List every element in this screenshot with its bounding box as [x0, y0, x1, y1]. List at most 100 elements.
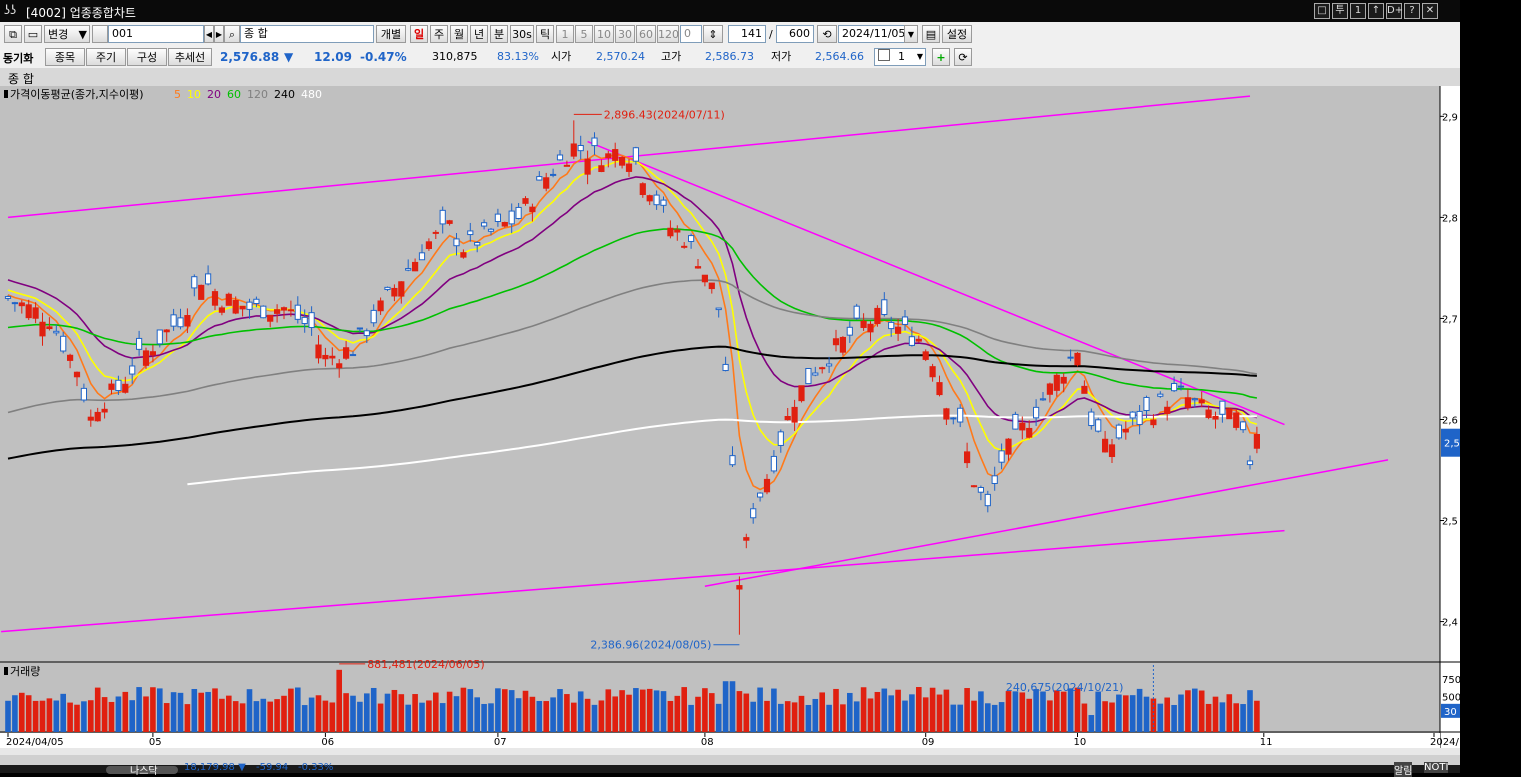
count-input[interactable]: 141 [728, 25, 766, 43]
minute-option-0[interactable]: 1 [556, 25, 574, 43]
volume-bar [605, 689, 612, 732]
candle-body [563, 164, 570, 167]
save-icon[interactable]: ▤ [922, 25, 940, 43]
volume-bar [1033, 689, 1039, 732]
x-tick-label: 10 [1074, 737, 1087, 748]
candle-body [922, 351, 929, 360]
window-button-0[interactable]: □ [1314, 3, 1330, 19]
tab-config[interactable]: 구성 [127, 48, 167, 66]
noti-button[interactable]: NOTI [1424, 762, 1449, 773]
tab-period-1[interactable]: 주 [430, 25, 448, 43]
candle-body [260, 305, 267, 319]
candle-body [60, 335, 67, 352]
settings-button[interactable]: 설정 [942, 25, 972, 43]
candle-body [798, 385, 805, 402]
refresh-icon[interactable]: ⟲ [817, 25, 837, 43]
minute-option-3[interactable]: 30 [615, 25, 635, 43]
code-input[interactable]: 001 [108, 25, 204, 43]
monitor-icon[interactable]: ▭ [24, 25, 42, 43]
window-button-3[interactable]: ↑ [1368, 3, 1384, 19]
volume-bar [446, 691, 453, 732]
volume-bar [295, 687, 301, 732]
chart-area[interactable]: 2,896.43(2024/07/11) 2,386.96(2024/08/05)… [0, 86, 1460, 748]
candle-body [970, 485, 978, 488]
prev-arrow-icon[interactable]: ◀ [204, 25, 214, 43]
tab-period[interactable]: 주기 [86, 48, 126, 66]
x-tick-label: 07 [494, 737, 507, 748]
candle-body [412, 261, 419, 272]
candle-body [770, 455, 777, 472]
candle-body [653, 194, 660, 206]
volume-bar [936, 694, 943, 732]
volume-bar [253, 701, 260, 732]
candle-body [660, 199, 667, 206]
candle-body [674, 229, 681, 233]
scroll-track[interactable] [0, 748, 1460, 755]
volume-bar [646, 688, 653, 732]
vol-tick-label: 500 [1442, 693, 1460, 704]
multiplier-select[interactable]: 1 ▼ [874, 48, 926, 66]
candle-body [515, 206, 522, 219]
volume-bar [688, 704, 694, 732]
candle-body [867, 323, 874, 333]
alert-button[interactable]: 알림 [1394, 762, 1413, 777]
minute-option-1[interactable]: 5 [575, 25, 593, 43]
candle-body [1233, 412, 1240, 428]
price-change: 12.09 [314, 50, 352, 64]
individual-button[interactable]: 개별 [376, 25, 406, 43]
code-search-icon[interactable] [92, 25, 108, 43]
candle-body [984, 493, 991, 507]
vol-mark-annotation: 240,675(2024/10/21) [1006, 681, 1123, 694]
count-total-input[interactable]: 600 [776, 25, 814, 43]
candle-body [432, 231, 439, 234]
tab-period-5[interactable]: 30s [510, 25, 534, 43]
screen-edge [1460, 0, 1521, 773]
minute-option-4[interactable]: 60 [636, 25, 656, 43]
window-button-1[interactable]: 투 [1332, 3, 1348, 19]
candle-body [577, 144, 584, 152]
layout-icon[interactable]: ⧉ [4, 25, 22, 43]
volume-bar [536, 700, 543, 732]
volume-bar [1012, 691, 1019, 732]
candle-body [1191, 398, 1198, 401]
candle-body [1164, 406, 1171, 414]
candle-body [336, 363, 343, 369]
search-icon[interactable]: ⌕ [224, 25, 240, 43]
tab-period-2[interactable]: 월 [450, 25, 468, 43]
next-arrow-icon[interactable]: ▶ [214, 25, 224, 43]
tab-period-4[interactable]: 분 [490, 25, 508, 43]
name-input[interactable]: 종 합 [240, 25, 374, 43]
minute-custom-input[interactable]: 0 [680, 25, 702, 43]
vol-marker-label: 30 [1444, 707, 1457, 718]
window-button-2[interactable]: 1 [1350, 3, 1366, 19]
volume-bar [653, 690, 660, 732]
volume-bars [5, 669, 1260, 732]
y-tick-label: 2,8 [1442, 213, 1458, 224]
volume-bar [971, 700, 977, 732]
minute-option-5[interactable]: 120 [657, 25, 679, 43]
reload-icon[interactable]: ⟳ [954, 48, 972, 66]
calendar-dropdown-icon[interactable]: ▼ [904, 25, 918, 43]
volume-bar [129, 700, 135, 732]
candle-body [1240, 421, 1247, 431]
volume-bar [757, 687, 763, 732]
add-icon[interactable]: + [932, 48, 950, 66]
candle-body [322, 354, 329, 360]
y-tick-label: 2,6 [1442, 415, 1458, 426]
tab-period-3[interactable]: 년 [470, 25, 488, 43]
change-dropdown[interactable]: 변경 ▼ [44, 25, 90, 43]
window-button-5[interactable]: ? [1404, 3, 1420, 19]
window-button-4[interactable]: D+ [1386, 3, 1403, 19]
tab-period-0[interactable]: 일 [410, 25, 428, 43]
x-tick-label: 09 [922, 737, 935, 748]
volume-bar [412, 694, 418, 732]
tab-period-6[interactable]: 틱 [536, 25, 554, 43]
volume-bar [198, 692, 204, 732]
minute-option-2[interactable]: 10 [594, 25, 614, 43]
volume-bar [591, 704, 598, 732]
tab-items[interactable]: 종목 [45, 48, 85, 66]
spin-icon[interactable]: ⇕ [703, 25, 723, 43]
price-chart[interactable]: 2,896.43(2024/07/11) 2,386.96(2024/08/05)… [0, 86, 1460, 748]
window-button-6[interactable]: ✕ [1422, 3, 1438, 19]
tab-trendline[interactable]: 추세선 [168, 48, 212, 66]
